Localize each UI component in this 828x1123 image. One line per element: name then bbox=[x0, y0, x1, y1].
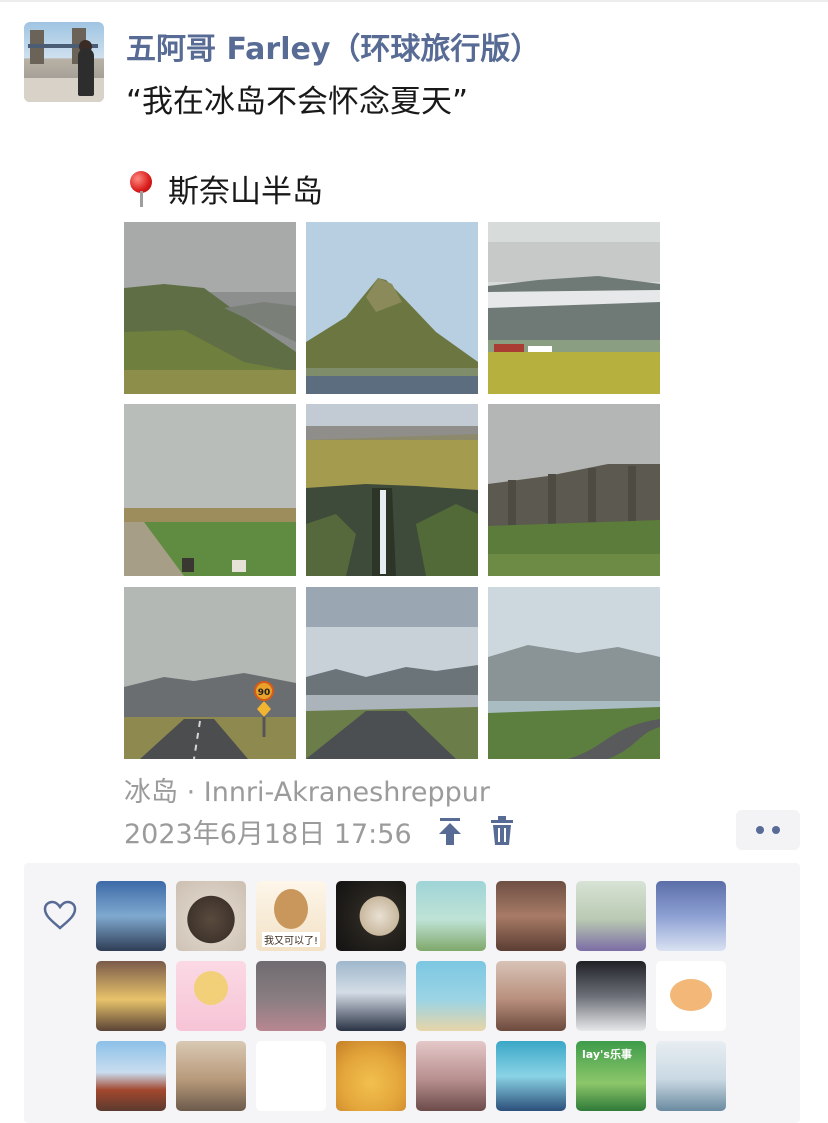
like-avatar-24[interactable] bbox=[656, 1041, 726, 1111]
post-place[interactable]: 冰岛 · Innri-Akraneshreppur bbox=[124, 770, 490, 809]
like-avatar-3-caption: 我又可以了! bbox=[262, 932, 321, 947]
post-text: “我在冰岛不会怀念夏天” bbox=[126, 84, 469, 120]
like-avatar-10[interactable] bbox=[176, 961, 246, 1031]
poster-avatar[interactable] bbox=[24, 22, 104, 102]
like-avatar-23-caption: lay's乐事 bbox=[582, 1048, 632, 1061]
more-dots-icon[interactable] bbox=[736, 810, 800, 850]
photo-waterfall-canyon[interactable] bbox=[306, 404, 478, 576]
like-avatar-21[interactable] bbox=[416, 1041, 486, 1111]
trash-icon[interactable] bbox=[486, 814, 518, 848]
pin-to-top-icon[interactable] bbox=[434, 814, 466, 848]
poster-name[interactable]: 五阿哥 Farley（环球旅行版） bbox=[126, 24, 540, 68]
like-avatar-17[interactable] bbox=[96, 1041, 166, 1111]
location-pin-icon bbox=[126, 169, 158, 209]
like-avatar-20[interactable] bbox=[336, 1041, 406, 1111]
like-avatar-2[interactable] bbox=[176, 881, 246, 951]
like-avatar-4[interactable] bbox=[336, 881, 406, 951]
photo-road-speed-sign[interactable]: 90 bbox=[124, 587, 296, 759]
photo-flat-field-road[interactable] bbox=[124, 404, 296, 576]
like-avatar-5[interactable] bbox=[416, 881, 486, 951]
like-avatar-19[interactable] bbox=[256, 1041, 326, 1111]
photo-grid: 90 bbox=[124, 222, 660, 759]
like-avatar-7[interactable] bbox=[576, 881, 646, 951]
heart-icon bbox=[43, 900, 77, 930]
like-avatar-12[interactable] bbox=[336, 961, 406, 1031]
like-avatar-23[interactable]: lay's乐事 bbox=[576, 1041, 646, 1111]
like-avatar-16[interactable] bbox=[656, 961, 726, 1031]
post-location-line: 斯奈山半岛 bbox=[126, 166, 323, 211]
photo-kirkjufell[interactable] bbox=[306, 222, 478, 394]
like-avatar-1[interactable] bbox=[96, 881, 166, 951]
photo-green-slope[interactable] bbox=[124, 222, 296, 394]
photo-farmhouse-meadow[interactable] bbox=[488, 222, 660, 394]
photo-basalt-cliffs[interactable] bbox=[488, 404, 660, 576]
photo-curved-road-sea[interactable] bbox=[488, 587, 660, 759]
post-meta-row: 2023年6月18日 17:56 bbox=[124, 813, 518, 850]
speed-limit-text: 90 bbox=[258, 688, 271, 698]
like-avatar-6[interactable] bbox=[496, 881, 566, 951]
like-avatar-13[interactable] bbox=[416, 961, 486, 1031]
like-avatar-22[interactable] bbox=[496, 1041, 566, 1111]
post-timestamp: 2023年6月18日 17:56 bbox=[124, 818, 412, 850]
top-divider bbox=[0, 0, 828, 2]
like-avatar-11[interactable] bbox=[256, 961, 326, 1031]
like-avatar-14[interactable] bbox=[496, 961, 566, 1031]
like-avatar-15[interactable] bbox=[576, 961, 646, 1031]
like-avatar-9[interactable] bbox=[96, 961, 166, 1031]
like-avatar-8[interactable] bbox=[656, 881, 726, 951]
photo-fjord-road[interactable] bbox=[306, 587, 478, 759]
likes-panel: 我又可以了! lay's乐事 bbox=[24, 863, 800, 1123]
like-avatar-3[interactable]: 我又可以了! bbox=[256, 881, 326, 951]
post-location-text: 斯奈山半岛 bbox=[168, 174, 323, 210]
like-avatar-18[interactable] bbox=[176, 1041, 246, 1111]
